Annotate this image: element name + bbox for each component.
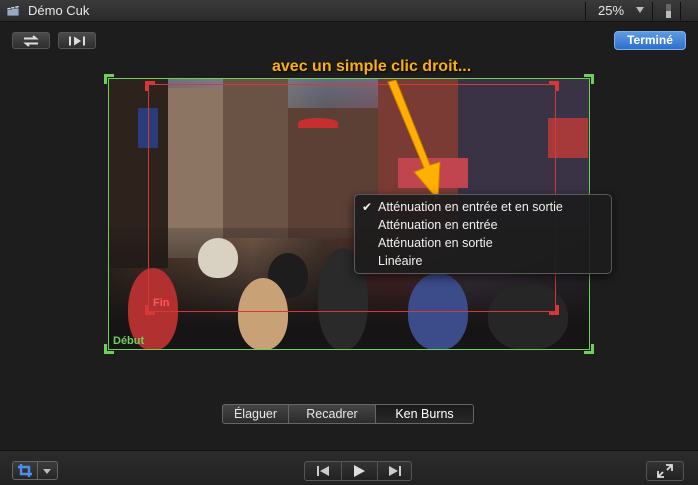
mode-trim-button[interactable]: Élaguer — [223, 405, 288, 423]
swap-button[interactable] — [12, 32, 50, 49]
previous-frame-button[interactable] — [305, 462, 341, 480]
end-handle-bottom-right[interactable] — [549, 305, 559, 315]
crop-options-dropdown[interactable] — [38, 461, 58, 480]
end-label: Fin — [153, 297, 170, 309]
menu-item-ease-in-out[interactable]: ✔ Atténuation en entrée et en sortie — [355, 199, 611, 217]
crop-icon — [18, 464, 32, 477]
divider — [680, 2, 681, 20]
start-handle-bottom-right[interactable] — [584, 344, 594, 354]
previous-frame-icon — [317, 466, 329, 476]
next-frame-button[interactable] — [377, 462, 413, 480]
end-handle-top-right[interactable] — [549, 81, 559, 91]
menu-item-label: Atténuation en sortie — [378, 236, 493, 250]
divider — [585, 2, 586, 20]
title-bar: Démo Cuk 25% — [0, 0, 698, 22]
start-handle-top-right[interactable] — [584, 74, 594, 84]
divider — [652, 2, 653, 20]
chevron-down-icon[interactable] — [636, 7, 644, 13]
annotation-text: avec un simple clic droit... — [272, 58, 472, 75]
menu-item-label: Atténuation en entrée — [378, 218, 498, 232]
transport-controls — [304, 461, 412, 481]
fullscreen-icon — [657, 464, 673, 478]
next-frame-icon — [389, 466, 401, 476]
menu-item-label: Atténuation en entrée et en sortie — [378, 200, 563, 214]
crop-button[interactable] — [12, 461, 38, 480]
play-around-button[interactable] — [58, 32, 96, 49]
end-handle-top-left[interactable] — [145, 81, 155, 91]
menu-item-ease-in[interactable]: Atténuation en entrée — [355, 217, 611, 235]
swap-arrows-icon — [23, 35, 39, 46]
play-button[interactable] — [341, 462, 377, 480]
window-title: Démo Cuk — [28, 3, 90, 18]
context-menu: ✔ Atténuation en entrée et en sortie Att… — [354, 194, 612, 274]
play-around-icon — [69, 36, 85, 45]
clapperboard-icon — [6, 5, 20, 17]
mode-selector: Élaguer Recadrer Ken Burns — [222, 404, 474, 424]
menu-item-ease-out[interactable]: Atténuation en sortie — [355, 235, 611, 253]
fullscreen-button[interactable] — [646, 461, 684, 481]
annotation-arrow-icon — [387, 80, 441, 202]
mode-crop-button[interactable]: Recadrer — [289, 405, 375, 423]
start-label: Début — [113, 335, 145, 347]
audio-meter-icon[interactable] — [666, 4, 671, 18]
zoom-level[interactable]: 25% — [598, 3, 624, 18]
menu-item-label: Linéaire — [378, 254, 423, 268]
menu-item-linear[interactable]: Linéaire — [355, 253, 611, 271]
play-icon — [354, 465, 365, 477]
done-button[interactable]: Terminé — [614, 31, 686, 50]
checkmark-icon: ✔ — [362, 200, 373, 214]
bottom-bar — [0, 450, 698, 485]
start-handle-top-left[interactable] — [104, 74, 114, 84]
mode-ken-burns-button[interactable]: Ken Burns — [376, 405, 473, 423]
